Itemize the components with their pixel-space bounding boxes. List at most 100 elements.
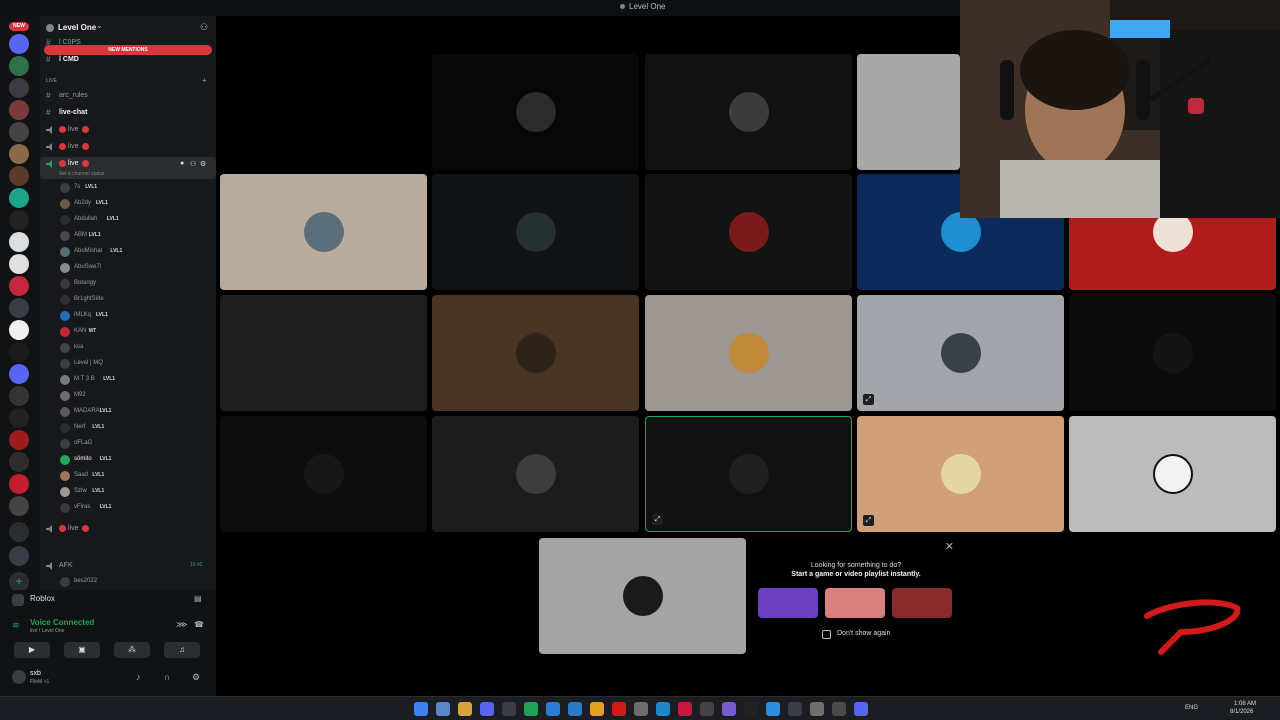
server-icon[interactable] [9,364,29,384]
clock-date[interactable]: 8/1/2026 [1230,709,1253,715]
channel-item[interactable]: # live-chat [40,106,216,120]
taskbar-app-icon[interactable] [722,702,736,716]
taskbar-app-icon[interactable] [502,702,516,716]
windows-start-icon[interactable] [414,702,428,716]
add-member-icon[interactable]: ⚇ [200,22,208,33]
chat-icon[interactable]: ● [180,160,184,167]
voice-channel-live[interactable]: live [40,522,216,536]
server-icon[interactable] [9,408,29,428]
video-icon[interactable]: ▶ [14,642,50,658]
activity-icon[interactable]: ⁂ [114,642,150,658]
noise-icon[interactable]: ⋙ [176,620,187,629]
chrome-icon[interactable] [590,702,604,716]
participant-tile[interactable] [857,54,960,170]
server-icon[interactable] [9,320,29,340]
voice-member[interactable]: Botangy [60,276,210,292]
participant-tile[interactable] [432,54,639,170]
fullscreen-icon[interactable]: ⤢ [863,394,874,405]
taskbar-app-icon[interactable] [832,702,846,716]
activity-thumbnail[interactable] [825,588,885,618]
voice-member[interactable]: vFiras LVL1 [60,500,210,516]
server-icon[interactable] [9,386,29,406]
soundboard-icon[interactable]: ♫ [164,642,200,658]
activity-thumbnail[interactable] [892,588,952,618]
voice-member[interactable]: Saad LVL1 [60,468,210,484]
server-icon[interactable] [9,188,29,208]
screenshare-icon[interactable]: ▣ [64,642,100,658]
server-icon[interactable] [9,56,29,76]
gear-icon[interactable]: ⚙ [192,672,200,683]
participant-tile[interactable] [645,295,852,411]
category-live[interactable]: LIVE + [40,75,216,89]
signal-icon[interactable]: ≋ [12,620,20,631]
voice-channel-live[interactable]: live [40,123,216,137]
taskbar-app-icon[interactable] [744,702,758,716]
voice-member[interactable]: ABM LVL1 [60,228,210,244]
participant-tile[interactable] [645,174,852,290]
voice-member[interactable]: KAN MT [60,324,210,340]
voice-member[interactable]: AboMishal LVL1 [60,244,210,260]
taskbar-app-icon[interactable] [524,702,538,716]
dont-show-checkbox[interactable] [822,630,831,639]
explorer-icon[interactable] [458,702,472,716]
participant-tile[interactable]: ⤢ [857,295,1064,411]
taskbar-app-icon[interactable] [436,702,450,716]
server-icon[interactable] [9,78,29,98]
voice-member[interactable]: bes2022 [60,574,210,590]
mic-icon[interactable]: ♪ [136,672,141,682]
headset-icon[interactable]: ∩ [164,672,170,682]
taskbar-app-icon[interactable] [788,702,802,716]
steam-icon[interactable] [568,702,582,716]
voice-member[interactable]: M T 3 B LVL1 [60,372,210,388]
server-icon[interactable] [9,254,29,274]
opera-icon[interactable] [612,702,626,716]
server-icon[interactable] [9,452,29,472]
discord-icon[interactable] [854,702,868,716]
server-icon[interactable] [9,122,29,142]
taskbar-app-icon[interactable] [546,702,560,716]
voice-member[interactable]: Szlw LVL1 [60,484,210,500]
server-icon[interactable] [9,522,29,542]
taskbar-app-icon[interactable] [634,702,648,716]
voice-member[interactable]: Nerf LVL1 [60,420,210,436]
participant-tile[interactable] [220,295,427,411]
clock-time[interactable]: 1:08 AM [1234,701,1256,707]
channel-status[interactable]: Set a channel status [59,171,104,177]
voice-member[interactable]: iMLKq LVL1 [60,308,210,324]
server-icon[interactable] [9,210,29,230]
server-icon[interactable] [9,276,29,296]
server-icon[interactable] [9,496,29,516]
voice-member[interactable]: MADARA LVL1 [60,404,210,420]
fullscreen-icon[interactable]: ⤢ [863,515,874,526]
screen-icon[interactable]: ▤ [194,594,202,603]
taskbar-app-icon[interactable] [678,702,692,716]
participant-tile[interactable] [1069,295,1276,411]
settings-icon[interactable] [810,702,824,716]
voice-member[interactable]: 7s LVL1 [60,180,210,196]
server-icon[interactable] [9,166,29,186]
voice-member[interactable]: M92 [60,388,210,404]
invite-icon[interactable]: ⚇ [190,160,196,168]
fullscreen-icon[interactable]: ⤢ [652,514,663,525]
gear-icon[interactable]: ⚙ [200,160,206,168]
server-icon[interactable] [9,144,29,164]
server-icon[interactable] [9,430,29,450]
voice-member[interactable]: ksa [60,340,210,356]
participant-tile[interactable] [220,416,427,532]
server-icon[interactable] [9,546,29,566]
voice-member[interactable]: AbuSwe7l [60,260,210,276]
participant-tile[interactable] [645,54,852,170]
participant-tile-speaking[interactable]: ⤢ [645,416,852,532]
channel-item[interactable]: # l CMD [40,53,216,67]
voice-channel-live[interactable]: live [40,140,216,154]
server-icon[interactable] [9,342,29,362]
close-icon[interactable]: ✕ [945,540,954,553]
participant-tile[interactable] [1069,416,1276,532]
server-icon[interactable] [9,298,29,318]
server-icon[interactable] [9,100,29,120]
discord-icon[interactable] [480,702,494,716]
voice-channel-sub[interactable]: live / Level One [30,628,64,634]
participant-tile[interactable] [539,538,746,654]
new-badge[interactable]: NEW [9,22,29,31]
participant-tile[interactable] [432,174,639,290]
